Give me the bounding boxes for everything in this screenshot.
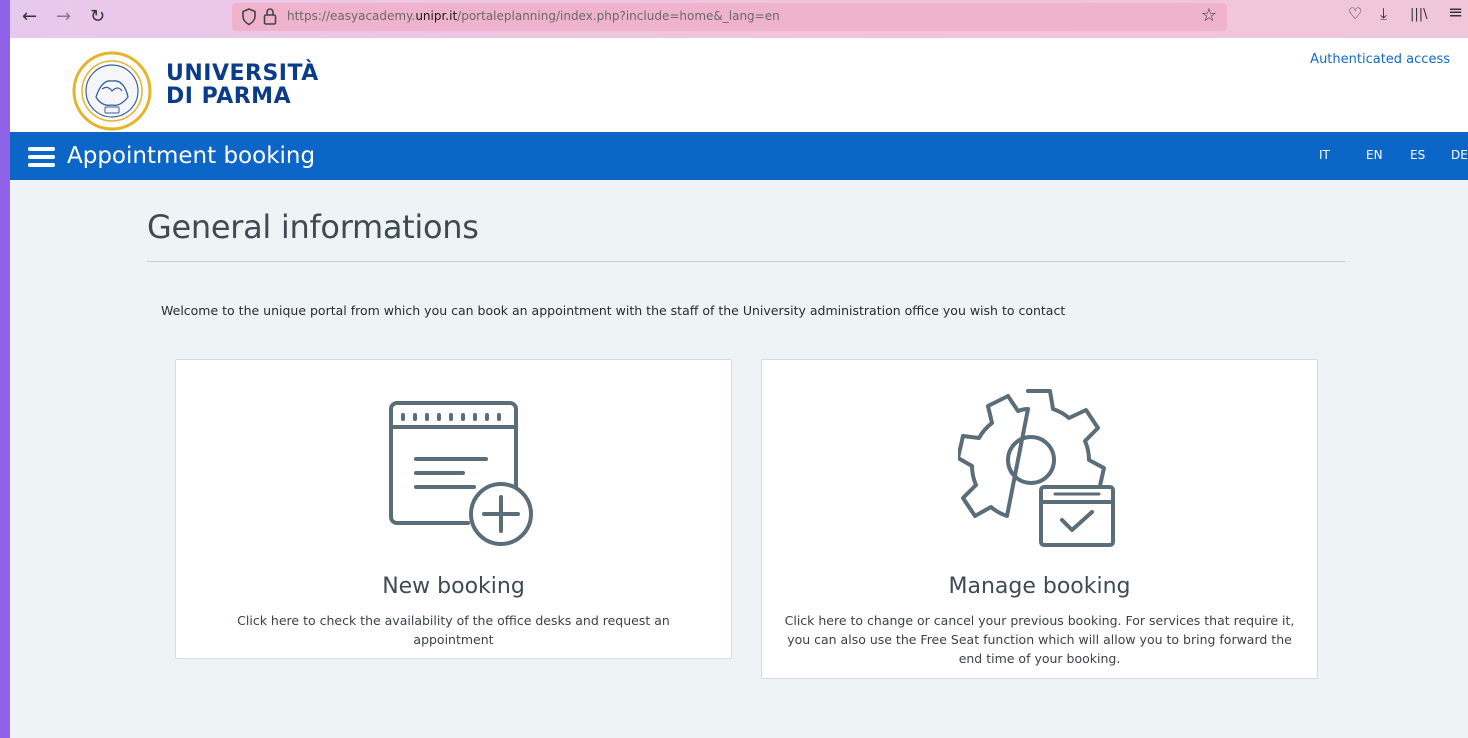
divider (147, 261, 1346, 262)
university-name-line2: DI PARMA (166, 84, 292, 109)
page-title: General informations (147, 208, 479, 246)
lang-it[interactable]: IT (1319, 148, 1330, 162)
forward-arrow-icon[interactable]: → (56, 5, 71, 29)
new-booking-title: New booking (382, 574, 525, 599)
bookmark-star-icon[interactable]: ☆ (1201, 5, 1217, 26)
lang-de[interactable]: DE (1451, 148, 1468, 162)
tracking-shield-icon[interactable] (241, 8, 257, 26)
hamburger-menu-icon[interactable] (28, 147, 55, 167)
gear-calendar-check-icon (958, 389, 1115, 547)
calendar-plus-icon (389, 401, 533, 546)
site-header: UNIVERSITÀ DI PARMA Authenticated access (10, 38, 1468, 132)
pocket-icon[interactable]: ♡ (1348, 4, 1362, 23)
new-booking-description: Click here to check the availability of … (237, 613, 670, 647)
university-seal-logo[interactable] (72, 51, 152, 131)
welcome-text: Welcome to the unique portal from which … (161, 303, 1066, 318)
lock-icon[interactable] (263, 7, 277, 25)
browser-toolbar: ← → ↻ https://easyacademy.unipr.it/porta… (10, 0, 1468, 38)
address-bar[interactable]: https://easyacademy.unipr.it/portaleplan… (232, 3, 1227, 31)
download-icon[interactable]: ⤓ (1380, 4, 1387, 24)
authenticated-access-link[interactable]: Authenticated access (1310, 52, 1450, 67)
university-name[interactable]: UNIVERSITÀ DI PARMA (166, 62, 319, 108)
lang-es[interactable]: ES (1410, 148, 1425, 162)
lang-en[interactable]: EN (1366, 148, 1383, 162)
library-icon[interactable]: |||\ (1410, 7, 1428, 22)
manage-booking-card[interactable]: Manage booking Click here to change or c… (761, 359, 1318, 679)
back-arrow-icon[interactable]: ← (22, 5, 37, 29)
university-name-line1: UNIVERSITÀ (166, 61, 319, 86)
reload-icon[interactable]: ↻ (90, 5, 105, 29)
main-content: General informations Welcome to the uniq… (10, 180, 1468, 738)
new-booking-card[interactable]: New booking Click here to check the avai… (175, 359, 732, 659)
manage-booking-title: Manage booking (948, 574, 1131, 599)
app-bar: Appointment booking IT EN ES DE (10, 132, 1468, 180)
url-text[interactable]: https://easyacademy.unipr.it/portaleplan… (287, 9, 780, 23)
menu-icon[interactable]: ≡ (1448, 2, 1463, 23)
manage-booking-description: Click here to change or cancel your prev… (784, 613, 1295, 666)
app-title: Appointment booking (67, 143, 316, 169)
